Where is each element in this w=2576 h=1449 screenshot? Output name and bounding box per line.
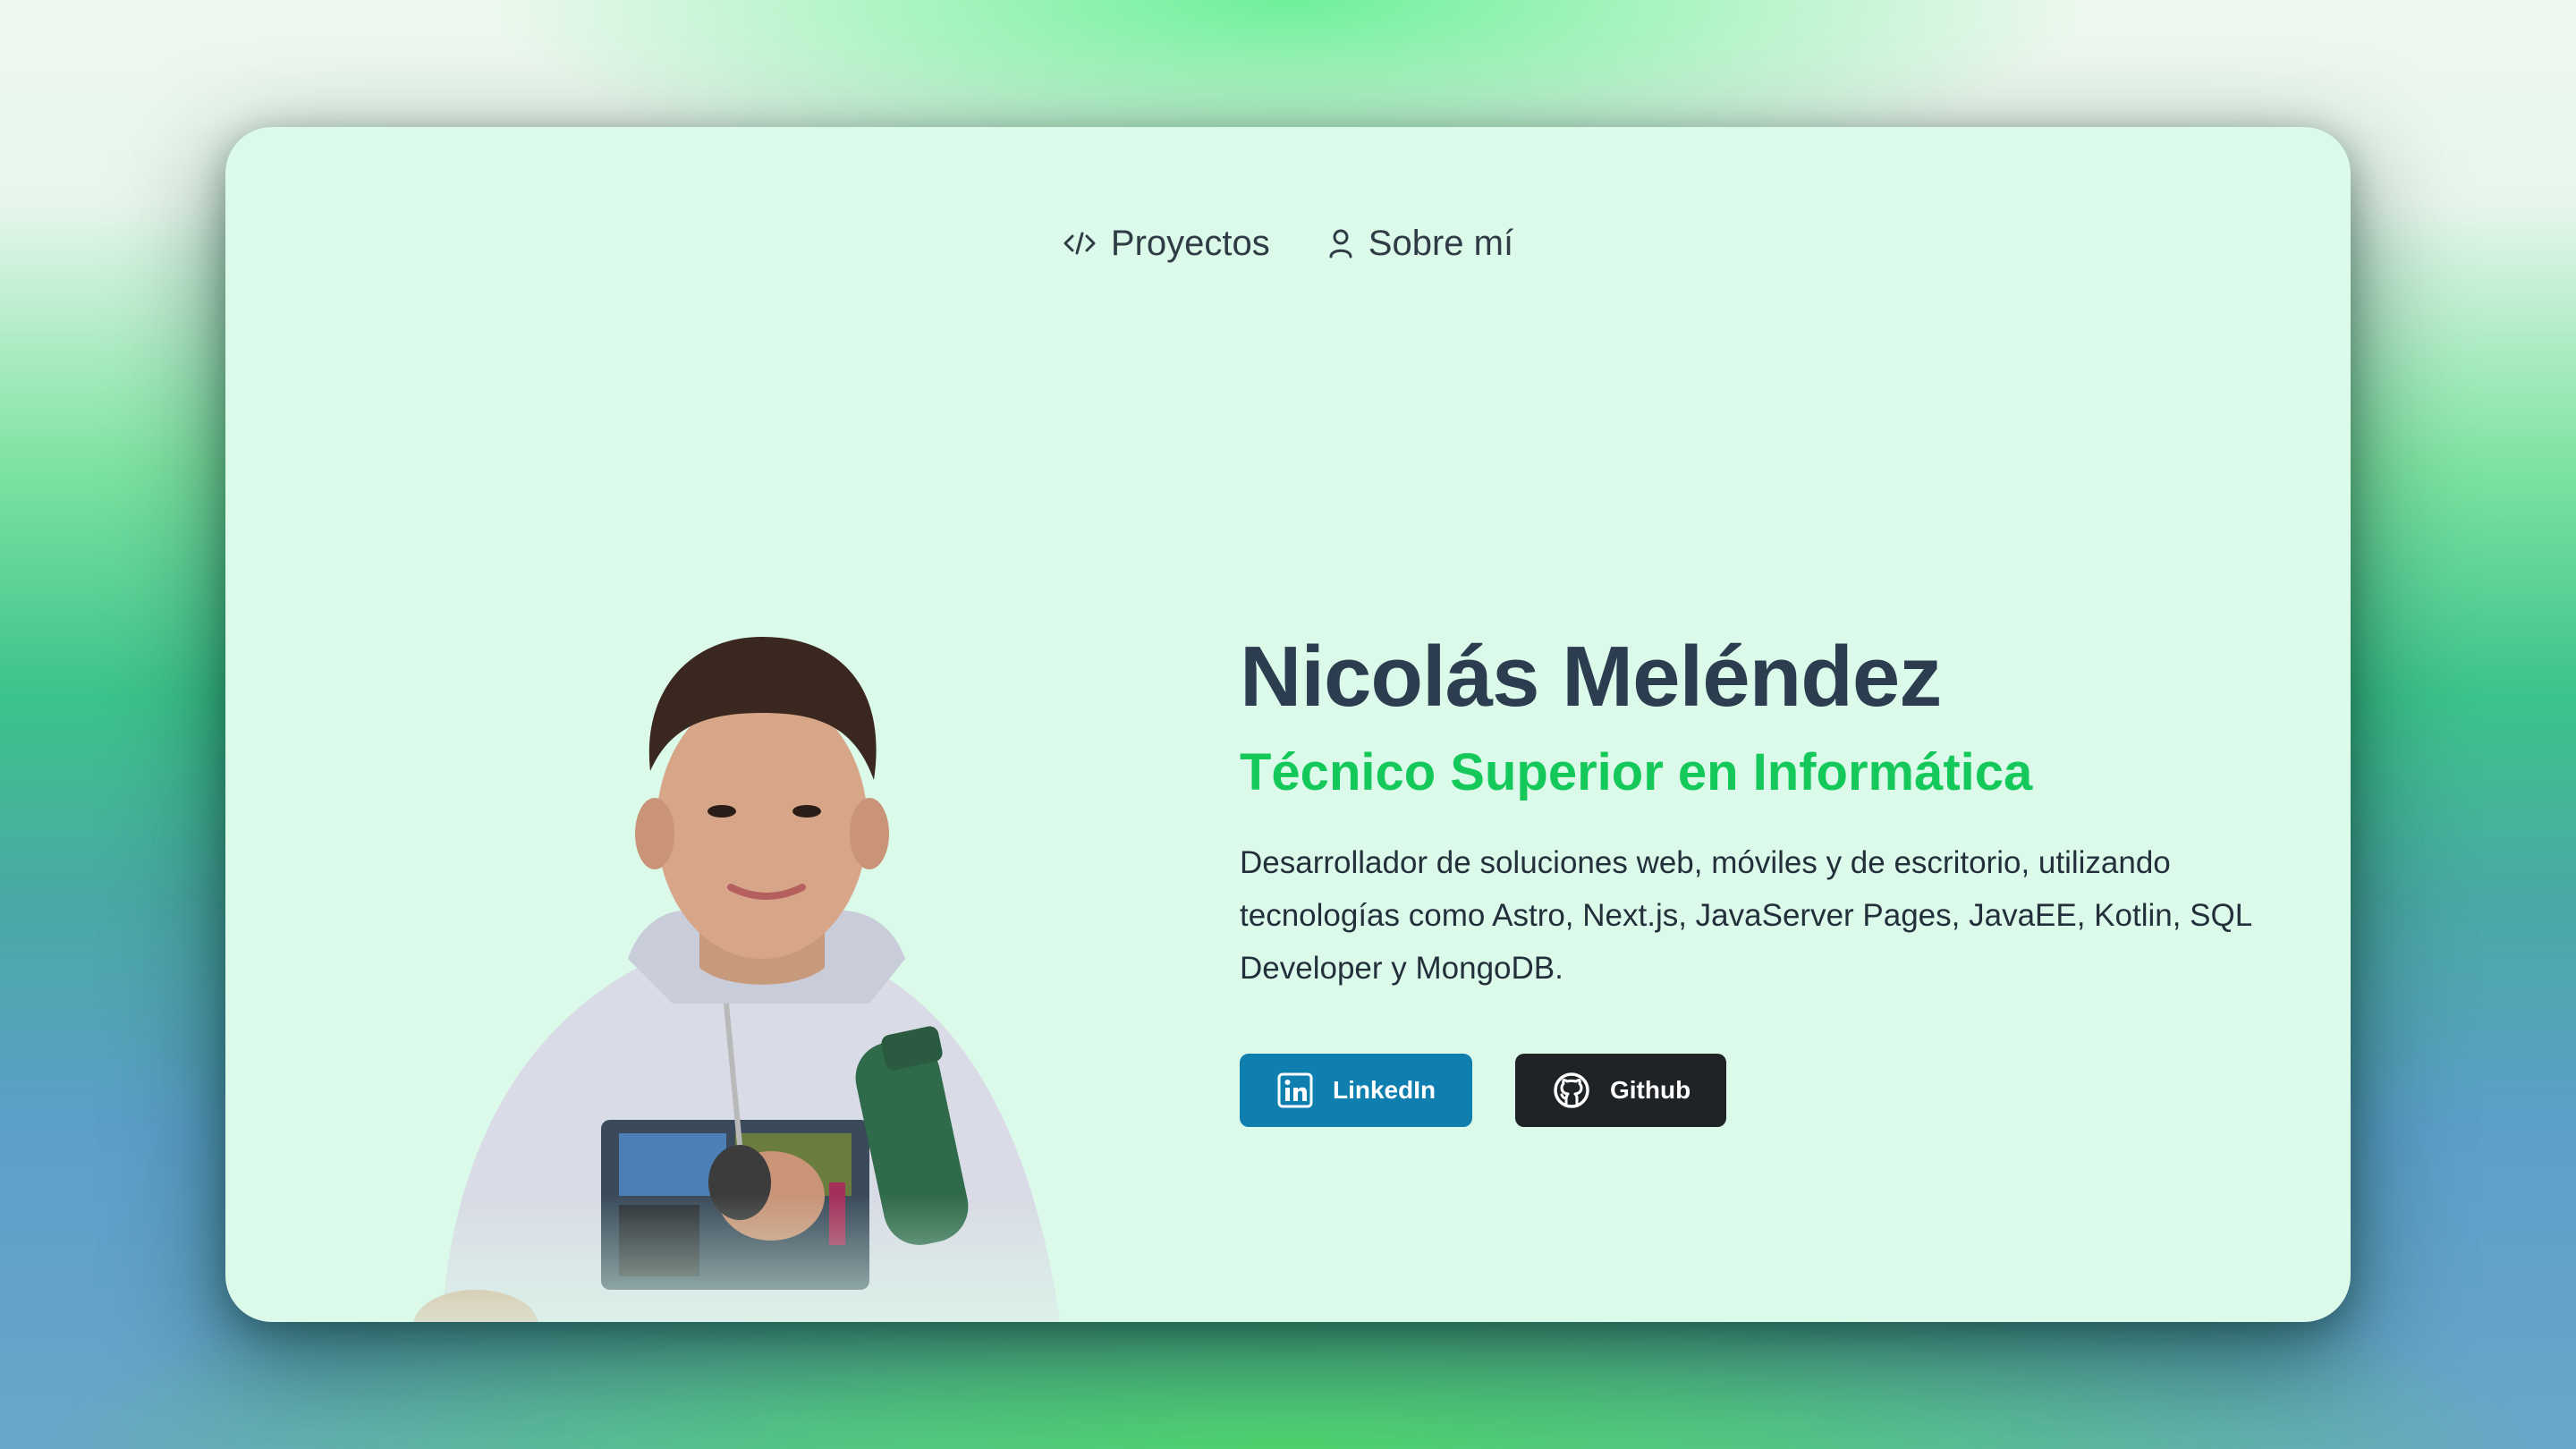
user-icon: [1327, 227, 1354, 259]
hero-content: Nicolás Meléndez Técnico Superior en Inf…: [1240, 628, 2313, 1127]
nav-item-sobre-mi[interactable]: Sobre mí: [1327, 224, 1513, 264]
nav-item-proyectos[interactable]: Proyectos: [1063, 224, 1270, 264]
nav-label-sobre-mi: Sobre mí: [1368, 223, 1514, 263]
profile-card: Proyectos Sobre mí Nicolás Meléndez Técn…: [225, 127, 2351, 1322]
linkedin-icon: [1277, 1072, 1313, 1108]
github-button[interactable]: Github: [1515, 1054, 1726, 1127]
linkedin-button[interactable]: LinkedIn: [1240, 1054, 1472, 1127]
hero-name: Nicolás Meléndez: [1240, 629, 1942, 724]
github-icon: [1553, 1072, 1590, 1109]
code-icon: [1063, 230, 1097, 257]
linkedin-label: LinkedIn: [1333, 1076, 1436, 1104]
nav-label-proyectos: Proyectos: [1110, 223, 1270, 263]
social-buttons: LinkedIn Github: [1240, 1054, 2313, 1127]
top-nav: Proyectos Sobre mí: [225, 127, 2351, 360]
hero-description: Desarrollador de soluciones web, móviles…: [1240, 845, 2251, 986]
hero-title: Técnico Superior en Informática: [1240, 743, 2033, 801]
profile-photo: [404, 538, 1138, 1322]
github-label: Github: [1610, 1076, 1691, 1104]
